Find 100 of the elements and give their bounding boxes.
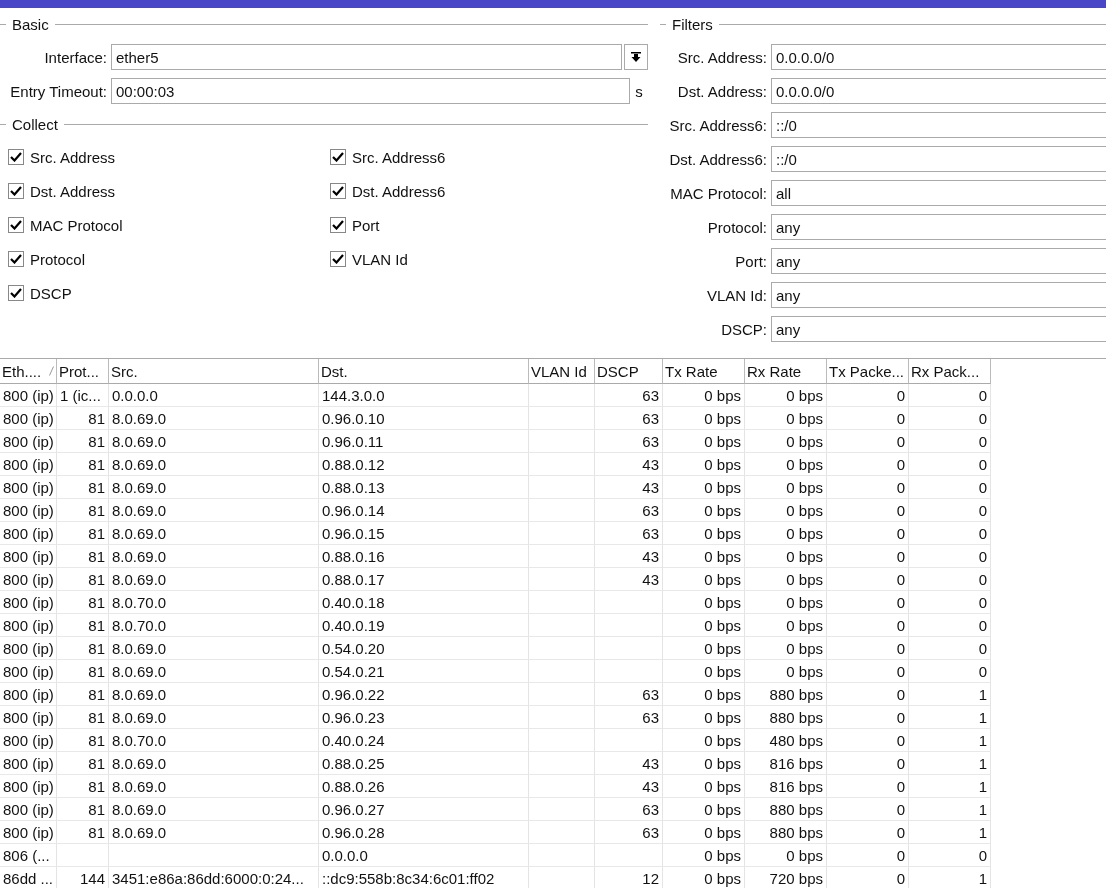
table-cell: 3451:e86a:86dd:6000:0:24... <box>109 867 319 888</box>
table-cell: 0 bps <box>663 476 745 499</box>
table-cell: 720 bps <box>745 867 827 888</box>
table-cell: 0 <box>827 660 909 683</box>
input-field[interactable]: all <box>771 180 1106 206</box>
table-cell: 0 bps <box>663 453 745 476</box>
input-field[interactable]: any <box>771 282 1106 308</box>
table-cell: 0 <box>827 614 909 637</box>
table-cell: 1 <box>909 752 991 775</box>
table-cell: 800 (ip) <box>0 499 57 522</box>
table-cell: 0.88.0.16 <box>319 545 529 568</box>
table-cell: 0 <box>827 499 909 522</box>
table-cell <box>529 706 595 729</box>
table-cell <box>595 729 663 752</box>
sort-icon <box>49 366 54 376</box>
table-cell: 0 bps <box>663 706 745 729</box>
table-cell <box>529 752 595 775</box>
table-cell: 0 bps <box>745 453 827 476</box>
table-cell <box>595 844 663 867</box>
checkbox[interactable] <box>8 251 24 267</box>
input-field[interactable]: any <box>771 316 1106 342</box>
column-header[interactable]: Rx Pack... <box>909 359 991 384</box>
table-cell: 0 <box>909 614 991 637</box>
input-field[interactable]: 00:00:03 <box>111 78 630 104</box>
table-cell <box>595 591 663 614</box>
column-header[interactable]: Prot... <box>57 359 109 384</box>
column-header[interactable]: Tx Packe... <box>827 359 909 384</box>
interface-dropdown[interactable]: ether5 <box>111 44 622 70</box>
table-cell: 0.54.0.21 <box>319 660 529 683</box>
column-header[interactable]: Tx Rate <box>663 359 745 384</box>
column-header[interactable]: Rx Rate <box>745 359 827 384</box>
input-field[interactable]: any <box>771 214 1106 240</box>
table-cell: 81 <box>57 614 109 637</box>
dropdown-button[interactable] <box>624 44 648 70</box>
table-cell: 8.0.70.0 <box>109 591 319 614</box>
table-cell: 800 (ip) <box>0 683 57 706</box>
table-cell: 0 bps <box>663 407 745 430</box>
input-field[interactable]: ::/0 <box>771 146 1106 172</box>
table-cell <box>529 430 595 453</box>
table-cell <box>595 614 663 637</box>
checkbox[interactable] <box>8 285 24 301</box>
input-field[interactable]: ::/0 <box>771 112 1106 138</box>
group-title: Basic <box>11 15 50 33</box>
table-cell: 0 bps <box>745 591 827 614</box>
table-cell: 43 <box>595 453 663 476</box>
table-cell <box>529 844 595 867</box>
input-field[interactable]: 0.0.0.0/0 <box>771 78 1106 104</box>
table-cell: 43 <box>595 775 663 798</box>
table-cell: 0 <box>909 384 991 407</box>
unit-label: s <box>634 82 644 100</box>
table-cell: 800 (ip) <box>0 660 57 683</box>
checkbox[interactable] <box>8 183 24 199</box>
group-title: Filters <box>671 15 714 33</box>
column-header[interactable]: VLAN Id <box>529 359 595 384</box>
table-cell: 800 (ip) <box>0 729 57 752</box>
table-cell: 8.0.69.0 <box>109 545 319 568</box>
table-cell: 81 <box>57 706 109 729</box>
table-cell: 0.96.0.28 <box>319 821 529 844</box>
checkbox[interactable] <box>330 251 346 267</box>
check-icon <box>332 220 344 230</box>
table-cell: 0 bps <box>745 522 827 545</box>
table-cell: 0 <box>827 591 909 614</box>
table-cell: 81 <box>57 821 109 844</box>
group-title: Collect <box>11 115 59 133</box>
checkbox[interactable] <box>330 217 346 233</box>
table-cell: 81 <box>57 591 109 614</box>
table-cell: 0 <box>827 867 909 888</box>
table-cell: 0.40.0.24 <box>319 729 529 752</box>
table-cell: 0 <box>827 430 909 453</box>
table-cell: 0 <box>827 568 909 591</box>
input-field[interactable]: 0.0.0.0/0 <box>771 44 1106 70</box>
input-field[interactable]: any <box>771 248 1106 274</box>
table-cell <box>529 683 595 706</box>
table-cell <box>529 821 595 844</box>
checkbox[interactable] <box>8 149 24 165</box>
table-cell: 86dd ... <box>0 867 57 888</box>
table-cell: 63 <box>595 821 663 844</box>
table-cell <box>529 614 595 637</box>
table-cell: 0.88.0.25 <box>319 752 529 775</box>
checkbox[interactable] <box>330 183 346 199</box>
field-label: Dst. Address6: <box>668 150 768 168</box>
table-cell: 0.96.0.11 <box>319 430 529 453</box>
table-cell: 8.0.69.0 <box>109 660 319 683</box>
checkbox-label: Port <box>352 216 380 234</box>
table-cell <box>529 384 595 407</box>
table-cell: 43 <box>595 476 663 499</box>
table-cell: 81 <box>57 752 109 775</box>
column-header[interactable]: Eth.... <box>0 359 57 384</box>
table-cell: 0 <box>827 545 909 568</box>
column-header[interactable]: DSCP <box>595 359 663 384</box>
table-cell: 8.0.70.0 <box>109 729 319 752</box>
table-cell: 800 (ip) <box>0 752 57 775</box>
checkbox[interactable] <box>330 149 346 165</box>
table-cell: 0 <box>827 637 909 660</box>
table-cell: 0 <box>827 752 909 775</box>
column-header[interactable]: Dst. <box>319 359 529 384</box>
checkbox[interactable] <box>8 217 24 233</box>
table-cell: 8.0.69.0 <box>109 683 319 706</box>
column-header[interactable]: Src. <box>109 359 319 384</box>
table-cell: 8.0.69.0 <box>109 522 319 545</box>
